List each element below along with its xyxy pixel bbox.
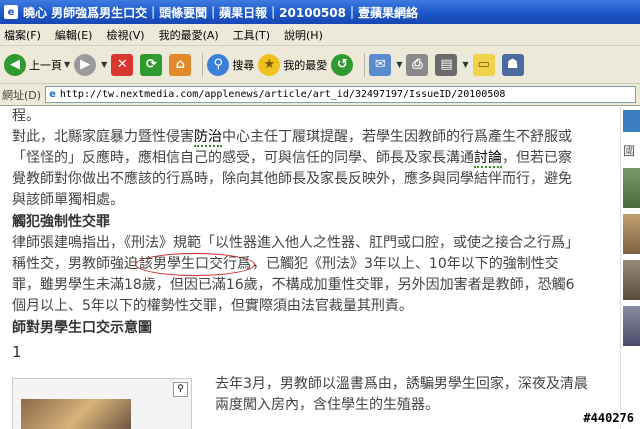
- chevron-down-icon[interactable]: ▼: [101, 60, 107, 69]
- section-heading: 師對男學生口交示意圖: [12, 320, 152, 336]
- address-url: http://tw.nextmedia.com/applenews/articl…: [59, 89, 506, 100]
- messenger-button[interactable]: ☗: [501, 50, 527, 80]
- favorites-label: 我的最愛: [283, 58, 328, 72]
- window-title-bar: e 曉心 男師強爲男生口交｜頭條要聞｜蘋果日報｜20100508｜壹蘋果網絡: [0, 0, 640, 24]
- paragraph: 程。: [12, 108, 40, 124]
- page-content: 程。 對此，北縣家庭暴力暨性侵害防治中心主任丁履琪提醒，若學生因教師的行爲產生不…: [0, 106, 620, 429]
- menu-file[interactable]: 檔案(F): [4, 27, 41, 43]
- document-icon: ▤: [435, 53, 458, 76]
- menu-bar: 檔案(F) 編輯(E) 檢視(V) 我的最愛(A) 工具(T) 說明(H): [0, 24, 640, 46]
- window-title: 曉心 男師強爲男生口交｜頭條要聞｜蘋果日報｜20100508｜壹蘋果網絡: [23, 5, 418, 20]
- right-sidebar: 國: [620, 106, 640, 429]
- favorites-button[interactable]: ★ 我的最愛: [258, 50, 327, 80]
- toolbar: ◀ 上一頁 ▼ ▶ ▼ ✕ ⟳ ⌂ ⚲ 搜尋 ★ 我的最愛 ↺ ✉ ▼ ⎙ ▤ …: [0, 46, 640, 84]
- page-icon: e: [49, 89, 56, 100]
- mail-button[interactable]: ✉ ▼: [369, 50, 402, 80]
- keyword-link[interactable]: 防治: [194, 129, 222, 147]
- forward-arrow-icon: ▶: [74, 53, 97, 76]
- menu-edit[interactable]: 編輯(E): [55, 27, 93, 43]
- address-label: 網址(D): [2, 88, 42, 102]
- printer-icon: ⎙: [406, 53, 429, 76]
- sidebar-banner[interactable]: [623, 110, 640, 132]
- back-button[interactable]: ◀ 上一頁 ▼: [4, 50, 70, 80]
- figure-image[interactable]: ⚲: [12, 378, 192, 429]
- star-icon: ★: [258, 53, 281, 76]
- section-heading: 觸犯強制性交罪: [12, 214, 110, 230]
- menu-favorites[interactable]: 我的最愛(A): [159, 27, 219, 43]
- stop-button[interactable]: ✕: [111, 50, 136, 80]
- paragraph: 律師張建鳴指出，《刑法》規範「以性器進入他人之性器、肛門或口腔，或使之接合之行爲…: [12, 235, 579, 314]
- mail-icon: ✉: [369, 53, 392, 76]
- search-label: 搜尋: [232, 58, 255, 72]
- photo-thumbnail: [21, 399, 131, 429]
- print-button[interactable]: ⎙: [406, 50, 431, 80]
- chevron-down-icon[interactable]: ▼: [64, 60, 70, 69]
- figure-caption: 去年3月，男教師以溫書爲由，誘騙男學生回家，深夜及清晨兩度闖入房內，含住學生的生…: [215, 376, 588, 413]
- refresh-button[interactable]: ⟳: [140, 50, 165, 80]
- back-arrow-icon: ◀: [4, 53, 26, 76]
- history-icon: ↺: [331, 53, 354, 76]
- figure-number: 1: [12, 343, 22, 361]
- home-icon: ⌂: [169, 53, 192, 76]
- sidebar-text: 國: [623, 144, 636, 158]
- sidebar-thumbnail[interactable]: [623, 306, 640, 346]
- home-button[interactable]: ⌂: [169, 50, 194, 80]
- chevron-down-icon[interactable]: ▼: [396, 60, 402, 69]
- keyword-link[interactable]: 討論: [474, 150, 502, 168]
- article-body: 程。 對此，北縣家庭暴力暨性侵害防治中心主任丁履琪提醒，若學生因教師的行爲產生不…: [12, 106, 582, 365]
- edit-button[interactable]: ▤ ▼: [435, 50, 469, 80]
- refresh-icon: ⟳: [140, 53, 163, 76]
- history-button[interactable]: ↺: [331, 50, 356, 80]
- stop-icon: ✕: [111, 53, 134, 76]
- sidebar-thumbnail[interactable]: [623, 260, 640, 300]
- sidebar-thumbnail[interactable]: [623, 168, 640, 208]
- sidebar-thumbnail[interactable]: [623, 214, 640, 254]
- messenger-icon: ☗: [501, 53, 524, 76]
- discuss-button[interactable]: ▭: [472, 50, 498, 80]
- circled-phrase: 該男學生口交行爲: [135, 253, 255, 276]
- menu-tools[interactable]: 工具(T): [233, 27, 270, 43]
- address-bar: 網址(D) e http://tw.nextmedia.com/applenew…: [0, 84, 640, 106]
- chevron-down-icon[interactable]: ▼: [462, 60, 468, 69]
- address-input[interactable]: e http://tw.nextmedia.com/applenews/arti…: [45, 86, 636, 103]
- watermark: #440276: [581, 411, 636, 425]
- search-icon: ⚲: [207, 53, 230, 76]
- ie-app-icon: e: [4, 5, 18, 19]
- note-icon: ▭: [472, 53, 495, 76]
- menu-view[interactable]: 檢視(V): [106, 27, 144, 43]
- zoom-icon[interactable]: ⚲: [173, 382, 188, 397]
- back-label: 上一頁: [29, 58, 62, 72]
- toolbar-separator: [202, 52, 204, 77]
- paragraph: 對此，北縣家庭暴力暨性侵害防治中心主任丁履琪提醒，若學生因教師的行爲產生不舒服或…: [12, 129, 572, 208]
- forward-button[interactable]: ▶ ▼: [74, 50, 107, 80]
- toolbar-separator: [364, 52, 366, 77]
- search-button[interactable]: ⚲ 搜尋: [207, 50, 254, 80]
- menu-help[interactable]: 說明(H): [284, 27, 323, 43]
